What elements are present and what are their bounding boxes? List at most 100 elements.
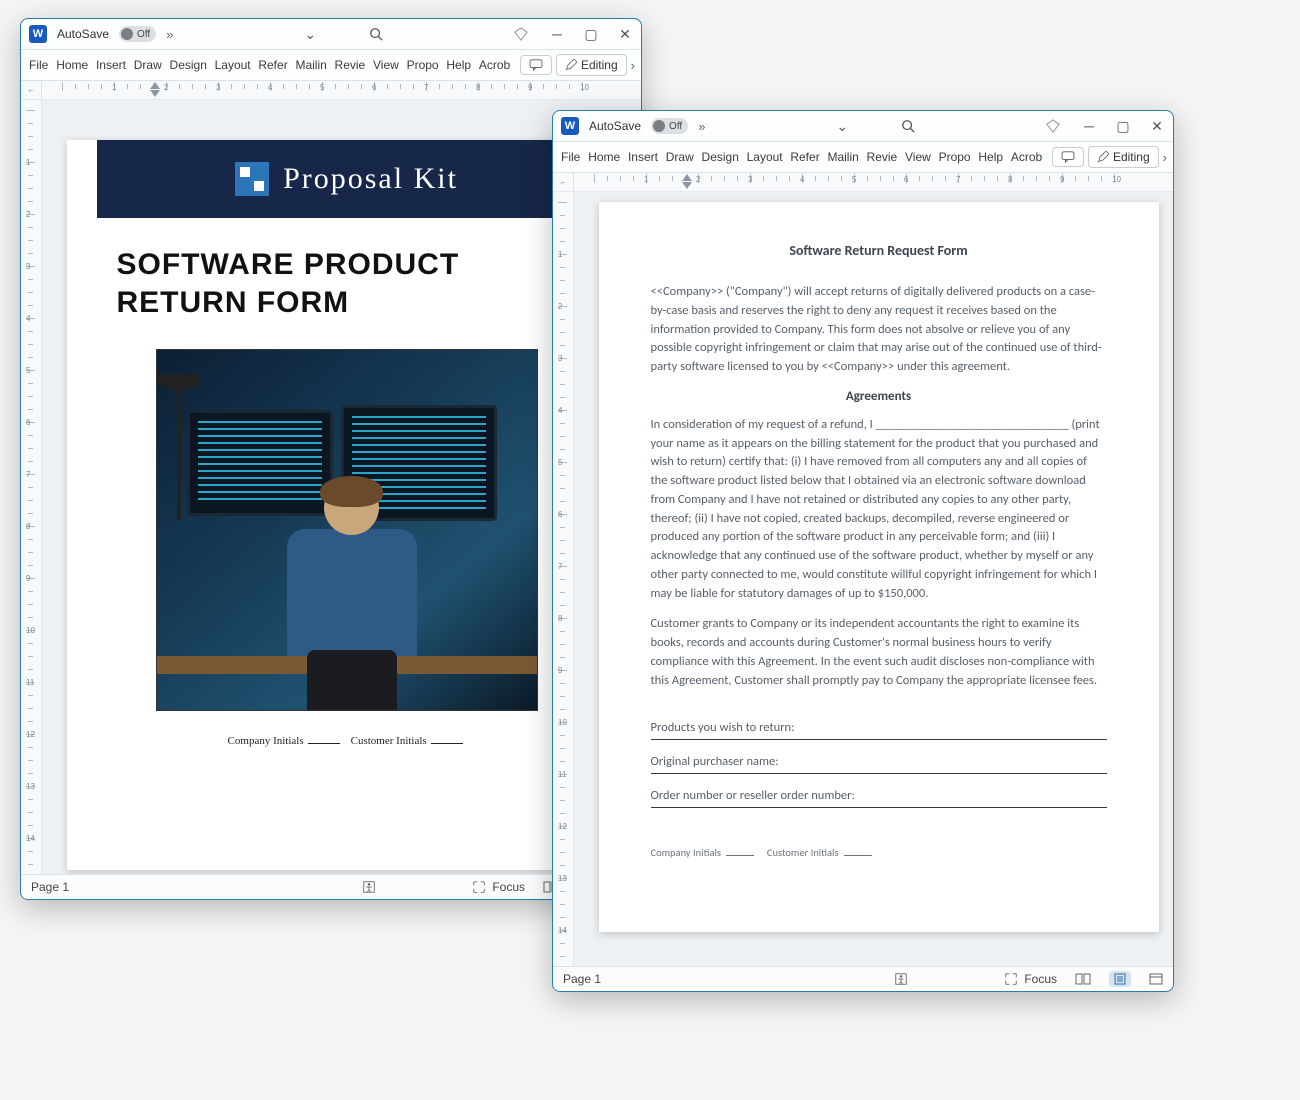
field-purchaser: Original purchaser name: [651,754,1107,774]
ruler-corner: ⌐ [21,81,42,99]
tab-review[interactable]: Revie [333,54,367,76]
minimize-button[interactable]: ─ [1081,118,1097,134]
tab-file[interactable]: File [27,54,50,76]
document-canvas[interactable]: Software Return Request Form <<Company>>… [574,192,1173,966]
brand-name: Proposal Kit [283,162,458,196]
intro-paragraph: <<Company>> ("Company") will accept retu… [651,283,1107,377]
tab-help[interactable]: Help [444,54,472,76]
tab-draw[interactable]: Draw [664,146,696,168]
cover-photo [156,349,538,711]
tab-file[interactable]: File [559,146,582,168]
tab-references[interactable]: Refer [788,146,821,168]
tab-help[interactable]: Help [976,146,1004,168]
tab-acrobat[interactable]: Acrob [477,54,512,76]
document-page: Software Return Request Form <<Company>>… [599,202,1159,932]
horizontal-ruler[interactable]: ⌐ 12345678910 [553,173,1173,192]
first-line-indent[interactable] [682,174,692,181]
first-line-indent[interactable] [150,82,160,89]
vertical-ruler[interactable]: 123456789101112131415 [21,100,42,874]
tab-mailings[interactable]: Mailin [293,54,328,76]
agreement-paragraph: In consideration of my request of a refu… [651,416,1107,604]
ribbon: File Home Insert Draw Design Layout Refe… [553,142,1173,173]
field-order: Order number or reseller order number: [651,788,1107,808]
title-line-2: RETURN FORM [117,284,577,322]
hanging-indent[interactable] [150,90,160,97]
accessibility-icon[interactable] [362,880,376,894]
autosave-state: Off [137,29,150,40]
initials-footer: Company Initials Customer Initials [651,846,1107,859]
tab-layout[interactable]: Layout [745,146,785,168]
document-title: SOFTWARE PRODUCT RETURN FORM [67,218,627,331]
accessibility-icon[interactable] [894,972,908,986]
qat-overflow-icon[interactable]: » [166,27,173,42]
diamond-icon[interactable] [513,26,529,42]
autosave-toggle[interactable]: Off [119,26,156,42]
autosave-toggle[interactable]: Off [651,118,688,134]
editing-mode-button[interactable]: Editing [1088,146,1159,168]
tab-view[interactable]: View [903,146,933,168]
comments-button[interactable] [520,55,552,75]
company-initials-label: Company Initials [651,846,722,859]
editing-mode-button[interactable]: Editing [556,54,627,76]
focus-mode-button[interactable]: Focus [472,880,525,894]
tab-references[interactable]: Refer [256,54,289,76]
customer-initials-label: Customer Initials [767,846,839,859]
word-window-2: AutoSave Off » ⌄ ─ ▢ ✕ File Home Insert … [552,110,1174,992]
tab-proposal[interactable]: Propo [405,54,441,76]
tab-home[interactable]: Home [54,54,90,76]
tab-proposal[interactable]: Propo [937,146,973,168]
word-app-icon [29,25,47,43]
search-icon[interactable] [368,26,384,42]
tab-design[interactable]: Design [700,146,741,168]
tab-insert[interactable]: Insert [94,54,128,76]
dropdown-icon[interactable]: ⌄ [302,26,318,42]
close-button[interactable]: ✕ [1149,118,1165,134]
tab-design[interactable]: Design [168,54,209,76]
status-bar: Page 1 Focus [21,874,641,899]
agreements-heading: Agreements [651,389,1107,404]
tab-home[interactable]: Home [586,146,622,168]
focus-label: Focus [1024,972,1057,986]
horizontal-ruler[interactable]: ⌐ 12345678910 [21,81,641,100]
read-mode-icon[interactable] [1075,973,1091,985]
tab-view[interactable]: View [371,54,401,76]
editing-label: Editing [581,58,618,72]
tab-acrobat[interactable]: Acrob [1009,146,1044,168]
ribbon: File Home Insert Draw Design Layout Refe… [21,50,641,81]
comments-button[interactable] [1052,147,1084,167]
tab-layout[interactable]: Layout [213,54,253,76]
autosave-label: AutoSave [57,27,109,41]
word-window-1: AutoSave Off » ⌄ ─ ▢ ✕ File Home Insert … [20,18,642,900]
tab-insert[interactable]: Insert [626,146,660,168]
brand-banner: Proposal Kit [97,140,597,218]
maximize-button[interactable]: ▢ [583,26,599,42]
search-icon[interactable] [900,118,916,134]
dropdown-icon[interactable]: ⌄ [834,118,850,134]
maximize-button[interactable]: ▢ [1115,118,1131,134]
qat-overflow-icon[interactable]: » [698,119,705,134]
titlebar: AutoSave Off » ⌄ ─ ▢ ✕ [21,19,641,50]
print-layout-icon[interactable] [1109,971,1131,987]
diamond-icon[interactable] [1045,118,1061,134]
focus-mode-button[interactable]: Focus [1004,972,1057,986]
page-indicator[interactable]: Page 1 [31,880,69,894]
web-layout-icon[interactable] [1149,973,1163,985]
audit-paragraph: Customer grants to Company or its indepe… [651,615,1107,690]
minimize-button[interactable]: ─ [549,26,565,42]
ruler-corner: ⌐ [553,173,574,191]
status-bar: Page 1 Focus [553,966,1173,991]
tab-draw[interactable]: Draw [132,54,164,76]
hanging-indent[interactable] [682,182,692,189]
ribbon-overflow-icon[interactable]: › [1163,150,1167,165]
customer-initials-label: Customer Initials [351,735,427,747]
tab-mailings[interactable]: Mailin [825,146,860,168]
vertical-ruler[interactable]: 123456789101112131415 [553,192,574,966]
ribbon-overflow-icon[interactable]: › [631,58,635,73]
titlebar: AutoSave Off » ⌄ ─ ▢ ✕ [553,111,1173,142]
initials-footer: Company Initials Customer Initials [67,735,627,747]
tab-review[interactable]: Revie [865,146,899,168]
title-line-1: SOFTWARE PRODUCT [117,246,577,284]
document-page: Proposal Kit SOFTWARE PRODUCT RETURN FOR… [67,140,627,870]
close-button[interactable]: ✕ [617,26,633,42]
page-indicator[interactable]: Page 1 [563,972,601,986]
